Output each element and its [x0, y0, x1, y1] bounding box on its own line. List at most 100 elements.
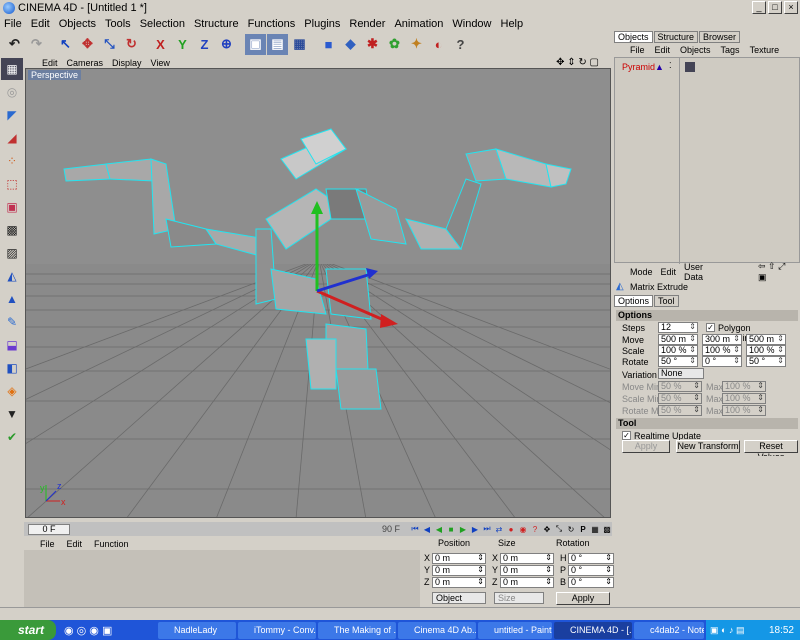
checker-icon[interactable]: ▩	[1, 219, 23, 241]
goto-start-icon[interactable]: ⏮	[410, 524, 420, 534]
current-frame-field[interactable]: 0 F	[28, 524, 70, 535]
position-x-field[interactable]: 0 m	[432, 552, 486, 564]
close-button[interactable]: ×	[784, 1, 798, 14]
attr-menu-edit[interactable]: Edit	[661, 267, 677, 277]
viewport-menu-view[interactable]: View	[151, 58, 170, 68]
play-icon[interactable]: ▶	[458, 524, 468, 534]
task-notepad[interactable]: c4dab2 - Note...	[634, 622, 704, 639]
material-area[interactable]	[24, 550, 420, 610]
scale-x-field[interactable]: 100 %	[658, 345, 698, 356]
x-axis-lock-button[interactable]: X	[150, 34, 171, 55]
scale-y-field[interactable]: 100 %	[702, 345, 742, 356]
tab-tool[interactable]: Tool	[654, 295, 679, 307]
animation-tool-icon[interactable]: ▨	[1, 242, 23, 264]
z-axis-lock-button[interactable]: Z	[194, 34, 215, 55]
task-nadlelady[interactable]: NadleLady	[158, 622, 236, 639]
y-axis-lock-button[interactable]: Y	[172, 34, 193, 55]
3d-viewport[interactable]: y x z Perspective	[25, 68, 611, 518]
deformer-icon[interactable]: ✱	[362, 34, 383, 55]
object-menu-texture[interactable]: Texture	[750, 45, 780, 55]
undo-icon[interactable]: ↶	[4, 34, 25, 55]
light-icon[interactable]: ✦	[406, 34, 427, 55]
coordinate-system-icon[interactable]: ⊕	[216, 34, 237, 55]
use-object-tool-icon[interactable]: ◎	[1, 81, 23, 103]
rotation-b-field[interactable]: 0 °	[568, 576, 614, 588]
nurbs-icon[interactable]: ◆	[340, 34, 361, 55]
task-cinema4d-ab[interactable]: Cinema 4D Ab...	[398, 622, 476, 639]
task-itommy[interactable]: iTommy - Conv...	[238, 622, 316, 639]
visibility-dots-icon[interactable]: ⁚	[669, 61, 672, 70]
stop-icon[interactable]: ■	[446, 524, 456, 534]
render-picture-icon[interactable]: ▤	[267, 33, 288, 55]
camera-icon[interactable]: ◐	[428, 34, 449, 55]
task-making-of[interactable]: The Making of ...	[318, 622, 396, 639]
move-x-field[interactable]: 500 m	[658, 334, 698, 345]
object-menu-tags[interactable]: Tags	[721, 45, 740, 55]
key-move-icon[interactable]: ✥	[542, 524, 552, 534]
record-icon[interactable]: ●	[506, 524, 516, 534]
redo-icon[interactable]: ↷	[26, 34, 47, 55]
move-max-field[interactable]: 100 %	[722, 381, 766, 392]
sculpt-tool-icon[interactable]: ✔	[1, 426, 23, 448]
steps-field[interactable]: 12	[658, 322, 698, 333]
menu-structure[interactable]: Structure	[194, 18, 239, 30]
viewport-menu-display[interactable]: Display	[112, 58, 142, 68]
menu-objects[interactable]: Objects	[59, 18, 96, 30]
material-menu-function[interactable]: Function	[94, 539, 129, 549]
key-help-icon[interactable]: ?	[530, 524, 540, 534]
use-points-tool-icon[interactable]: ◤	[1, 104, 23, 126]
magnet-tool-icon[interactable]: ◭	[1, 265, 23, 287]
position-y-field[interactable]: 0 m	[432, 564, 486, 576]
rotation-p-field[interactable]: 0 °	[568, 564, 614, 576]
tab-objects[interactable]: Objects	[614, 31, 653, 43]
prev-key-icon[interactable]: ◀	[422, 524, 432, 534]
size-z-field[interactable]: 0 m	[500, 576, 554, 588]
object-pyramid[interactable]: Pyramid	[622, 62, 655, 72]
attr-menu-userdata[interactable]: User Data	[684, 262, 720, 282]
key-scale-icon[interactable]: ⤡	[554, 524, 564, 534]
brush-tool-icon[interactable]: ▼	[1, 403, 23, 425]
coordinates-apply-button[interactable]: Apply	[556, 592, 610, 605]
start-button[interactable]: start	[0, 620, 56, 640]
object-menu-edit[interactable]: Edit	[655, 45, 671, 55]
menu-plugins[interactable]: Plugins	[304, 18, 340, 30]
rotate-max-field[interactable]: 100 %	[722, 405, 766, 416]
apply-button[interactable]: Apply	[622, 440, 670, 453]
menu-help[interactable]: Help	[501, 18, 524, 30]
task-cinema4d-active[interactable]: CINEMA 4D - [...	[554, 622, 632, 639]
rotate-x-field[interactable]: 50 °	[658, 356, 698, 367]
rotation-h-field[interactable]: 0 °	[568, 552, 614, 564]
polygon-coordinates-checkbox[interactable]: ✓	[706, 323, 715, 332]
menu-render[interactable]: Render	[349, 18, 385, 30]
size-mode-dropdown[interactable]: Size	[494, 592, 544, 604]
next-key-icon[interactable]: ▶	[470, 524, 480, 534]
render-settings-icon[interactable]: ▦	[289, 34, 310, 55]
size-y-field[interactable]: 0 m	[500, 564, 554, 576]
variation-dropdown[interactable]: None	[658, 368, 704, 379]
quick-launch-icons[interactable]: ◉ ◎ ◉ ▣	[64, 624, 112, 637]
object-menu-file[interactable]: File	[630, 45, 645, 55]
size-x-field[interactable]: 0 m	[500, 552, 554, 564]
viewport-menu-edit[interactable]: Edit	[42, 58, 58, 68]
material-menu-edit[interactable]: Edit	[67, 539, 83, 549]
move-tool-icon[interactable]: ✥	[77, 34, 98, 55]
attr-menu-mode[interactable]: Mode	[630, 267, 653, 277]
move-y-field[interactable]: 300 m	[702, 334, 742, 345]
scale-min-field[interactable]: 50 %	[658, 393, 702, 404]
minimize-button[interactable]: _	[752, 1, 766, 14]
tray-icons[interactable]: ▣ ◐ ♪ ▤	[710, 625, 744, 636]
loop-icon[interactable]: ⇄	[494, 524, 504, 534]
key-param-icon[interactable]: P	[578, 524, 588, 534]
use-model-tool-icon[interactable]: ▦	[1, 58, 23, 80]
help-icon[interactable]: ?	[450, 34, 471, 55]
menu-file[interactable]: File	[4, 18, 22, 30]
key-rotate-icon[interactable]: ↻	[566, 524, 576, 534]
menu-animation[interactable]: Animation	[394, 18, 443, 30]
pyramid-object-icon[interactable]: ▲	[655, 62, 664, 72]
autokey-icon[interactable]: ◉	[518, 524, 528, 534]
live-selection-icon[interactable]: ↖	[55, 34, 76, 55]
cube-object-icon[interactable]: ■	[318, 34, 339, 55]
menu-functions[interactable]: Functions	[248, 18, 296, 30]
maximize-button[interactable]: □	[768, 1, 782, 14]
tab-options[interactable]: Options	[614, 295, 654, 307]
